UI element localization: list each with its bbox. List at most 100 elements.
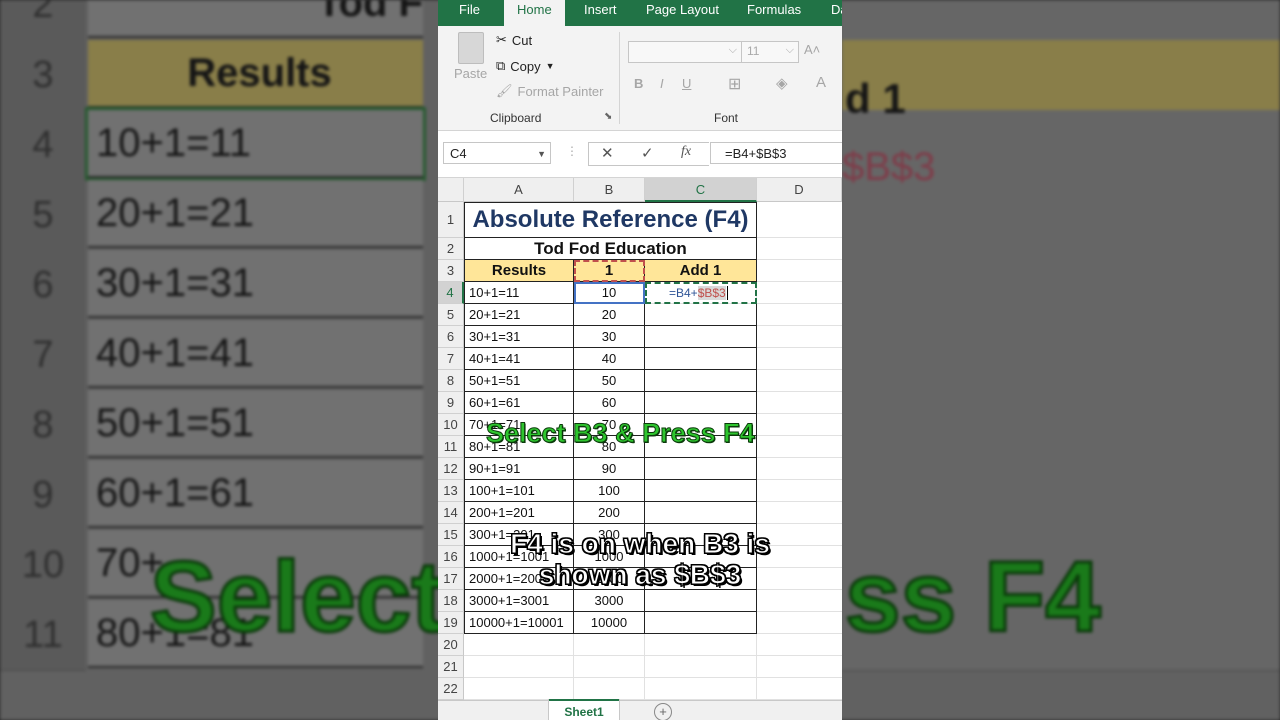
row-header-22[interactable]: 22 <box>438 678 464 700</box>
borders-icon: ⊞ <box>728 76 742 93</box>
borders-button[interactable]: ⊞ <box>728 74 741 94</box>
table-cell-add[interactable] <box>645 502 757 524</box>
clipboard-launcher-icon[interactable]: ⬊ <box>604 111 612 122</box>
table-cell-add[interactable] <box>645 348 757 370</box>
table-cell-results[interactable]: 50+1=51 <box>464 370 574 392</box>
row-header-20[interactable]: 20 <box>438 634 464 656</box>
worksheet-grid[interactable]: A B C D 1 2 3 4 5 6 7 8 9 10 11 12 13 14 15 16 17 18 19 20 21 22 A… <box>438 178 842 720</box>
table-cell-results[interactable]: 10+1=11 <box>464 282 574 304</box>
row-header-6[interactable]: 6 <box>438 326 464 348</box>
reference-highlight-b4 <box>574 282 645 304</box>
table-cell-results[interactable]: 40+1=41 <box>464 348 574 370</box>
row-header-17[interactable]: 17 <box>438 568 464 590</box>
font-color-button[interactable]: A <box>816 74 826 91</box>
ribbon-tab-page-layout[interactable]: Page Layout <box>646 0 719 26</box>
table-cell-results[interactable]: 3000+1=3001 <box>464 590 574 612</box>
table-cell-results[interactable]: 200+1=201 <box>464 502 574 524</box>
formula-input[interactable]: =B4+$B$3 <box>710 142 842 164</box>
table-cell-value[interactable]: 200 <box>574 502 645 524</box>
paste-button[interactable]: Paste <box>454 32 487 81</box>
italic-button[interactable]: I <box>660 76 664 91</box>
row-header-1[interactable]: 1 <box>438 202 464 238</box>
group-separator <box>619 32 620 124</box>
row-header-7[interactable]: 7 <box>438 348 464 370</box>
table-cell-results[interactable]: 90+1=91 <box>464 458 574 480</box>
format-painter-button[interactable]: 🖌 Format Painter <box>496 83 604 99</box>
table-cell-results[interactable]: 100+1=101 <box>464 480 574 502</box>
ribbon-tab-file[interactable]: File <box>459 0 480 26</box>
row-header-14[interactable]: 14 <box>438 502 464 524</box>
ribbon-tab-home[interactable]: Home <box>504 0 565 26</box>
table-cell-results[interactable]: 60+1=61 <box>464 392 574 414</box>
table-cell-add[interactable] <box>645 370 757 392</box>
ribbon-tab-da[interactable]: Da <box>831 0 842 26</box>
row-header-5[interactable]: 5 <box>438 304 464 326</box>
sheet-tab-sheet1[interactable]: Sheet1 <box>548 699 620 720</box>
table-cell-results[interactable]: 20+1=21 <box>464 304 574 326</box>
enter-formula-button[interactable]: ✓ <box>641 144 654 162</box>
clipboard-group-label: Clipboard <box>490 111 542 125</box>
table-cell-add[interactable] <box>645 304 757 326</box>
table-cell-value[interactable]: 3000 <box>574 590 645 612</box>
fill-color-button[interactable]: ◈ <box>776 74 788 92</box>
table-cell-value[interactable]: 50 <box>574 370 645 392</box>
table-cell-value[interactable]: 90 <box>574 458 645 480</box>
row-header-12[interactable]: 12 <box>438 458 464 480</box>
copy-button[interactable]: ⧉ Copy ▼ <box>496 58 555 74</box>
column-header-b[interactable]: B <box>574 178 645 202</box>
font-name-select[interactable]: ⌵ <box>628 41 742 63</box>
row-header-15[interactable]: 15 <box>438 524 464 546</box>
active-cell-c4[interactable]: =B4+ $B$3 <box>645 282 757 304</box>
row-header-8[interactable]: 8 <box>438 370 464 392</box>
table-cell-value[interactable]: 30 <box>574 326 645 348</box>
column-header-a[interactable]: A <box>464 178 574 202</box>
table-cell-add[interactable] <box>645 612 757 634</box>
table-cell-value[interactable]: 100 <box>574 480 645 502</box>
row-header-21[interactable]: 21 <box>438 656 464 678</box>
chevron-down-icon: ▼ <box>545 61 555 71</box>
row-header-2[interactable]: 2 <box>438 238 464 260</box>
row-header-11[interactable]: 11 <box>438 436 464 458</box>
table-cell-value[interactable]: 20 <box>574 304 645 326</box>
caption-top: Select B3 & Press F4 <box>486 418 756 449</box>
row-header-4[interactable]: 4 <box>438 282 464 304</box>
gridline-h <box>464 677 842 678</box>
select-all-corner[interactable] <box>438 178 464 202</box>
add-sheet-button[interactable]: + <box>654 703 672 720</box>
table-cell-results[interactable]: 30+1=31 <box>464 326 574 348</box>
cut-button[interactable]: ✂ Cut <box>496 32 532 48</box>
table-cell-results[interactable]: 10000+1=10001 <box>464 612 574 634</box>
table-cell-add[interactable] <box>645 590 757 612</box>
table-cell-add[interactable] <box>645 458 757 480</box>
table-cell-add[interactable] <box>645 326 757 348</box>
table-cell-value[interactable]: 10000 <box>574 612 645 634</box>
close-icon: ✕ <box>601 145 614 162</box>
row-header-13[interactable]: 13 <box>438 480 464 502</box>
table-header-1: Results <box>464 260 574 282</box>
sheet-tab-bar: Sheet1 + <box>438 699 842 720</box>
cancel-formula-button[interactable]: ✕ <box>601 144 614 162</box>
grow-font-button[interactable]: A˄ <box>804 42 820 57</box>
row-header-9[interactable]: 9 <box>438 392 464 414</box>
formula-bar-row: C4 ▼ ⋮ ✕ ✓ fx =B4+$B$3 <box>438 131 842 178</box>
table-cell-value[interactable]: 60 <box>574 392 645 414</box>
table-cell-add[interactable] <box>645 392 757 414</box>
bold-button[interactable]: B <box>634 76 643 91</box>
font-color-icon: A <box>816 74 827 91</box>
bg-caption-right: ss F4 <box>844 540 1103 655</box>
table-cell-value[interactable]: 40 <box>574 348 645 370</box>
row-header-18[interactable]: 18 <box>438 590 464 612</box>
font-size-select[interactable]: 11 ⌵ <box>741 41 799 63</box>
underline-button[interactable]: U <box>682 76 691 91</box>
table-cell-add[interactable] <box>645 480 757 502</box>
column-header-c[interactable]: C <box>645 178 757 202</box>
check-icon: ✓ <box>641 145 654 162</box>
row-header-16[interactable]: 16 <box>438 546 464 568</box>
ribbon-tab-formulas[interactable]: Formulas <box>747 0 801 26</box>
row-header-3[interactable]: 3 <box>438 260 464 282</box>
ribbon-tab-insert[interactable]: Insert <box>584 0 617 26</box>
row-header-10[interactable]: 10 <box>438 414 464 436</box>
row-header-19[interactable]: 19 <box>438 612 464 634</box>
insert-function-button[interactable]: fx <box>681 144 691 160</box>
name-box[interactable]: C4 ▼ <box>443 142 551 164</box>
